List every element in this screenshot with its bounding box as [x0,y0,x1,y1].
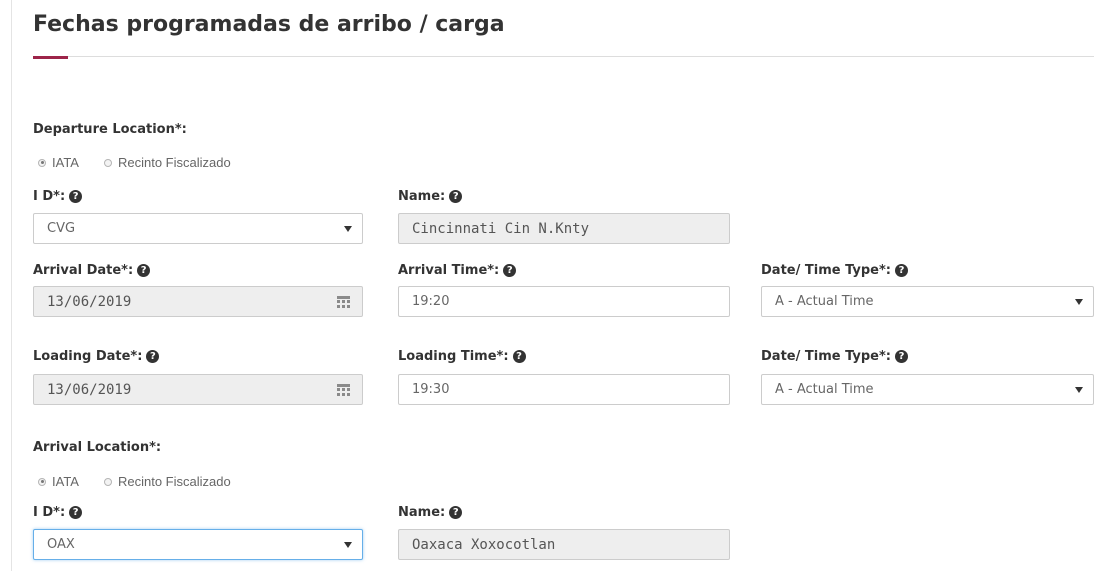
radio-unchecked-icon [103,477,112,486]
arrival-location-label: Arrival Location*: [33,440,162,455]
arrival-date-label: Arrival Date*: ? [33,263,151,278]
arrival-datetime-type-select[interactable]: A - Actual Time [761,286,1094,317]
radio-label: Recinto Fiscalizado [117,155,231,170]
loading-time-label: Loading Time*: ? [398,349,526,364]
select-value: A - Actual Time [775,294,874,309]
arrival-radio-iata[interactable]: IATA [38,474,79,489]
loading-time-input[interactable]: 19:30 [398,374,730,405]
radio-unchecked-icon [103,158,112,167]
calendar-icon[interactable] [337,296,350,308]
radio-label: Recinto Fiscalizado [117,474,231,489]
departure-name-label: Name: ? [398,189,463,204]
label-text: Loading Time*: [398,349,509,364]
question-circle-icon[interactable]: ? [895,264,908,277]
title-accent-bar [33,56,68,59]
select-value: A - Actual Time [775,382,874,397]
title-divider [33,56,1094,57]
arrival-date-field[interactable]: 13/06/2019 [33,286,363,317]
input-value: 19:30 [412,382,450,397]
radio-label: IATA [52,155,79,170]
field-value: Oaxaca Xoxocotlan [412,536,556,553]
question-circle-icon[interactable]: ? [895,350,908,363]
arrival-id-select[interactable]: OAX [33,529,363,560]
label-text: I D*: [33,505,66,520]
select-value: CVG [47,221,76,236]
field-value: 13/06/2019 [47,293,132,310]
arrival-datetime-type-label: Date/ Time Type*: ? [761,263,908,278]
field-value: 13/06/2019 [47,381,132,398]
label-text: Arrival Time*: [398,263,500,278]
question-circle-icon[interactable]: ? [449,506,463,519]
label-text: Date/ Time Type*: [761,263,891,278]
departure-radio-recinto[interactable]: Recinto Fiscalizado [103,155,231,170]
arrival-time-label: Arrival Time*: ? [398,263,517,278]
left-border [11,0,12,571]
question-circle-icon[interactable]: ? [503,264,517,277]
radio-checked-icon [38,477,46,486]
arrival-location-radio-group: IATA Recinto Fiscalizado [38,474,256,489]
arrival-radio-recinto[interactable]: Recinto Fiscalizado [103,474,231,489]
question-circle-icon[interactable]: ? [512,350,526,363]
select-value: OAX [47,537,75,552]
loading-date-label: Loading Date*: ? [33,349,160,364]
arrival-name-field: Oaxaca Xoxocotlan [398,529,730,560]
calendar-icon[interactable] [337,384,350,396]
question-circle-icon[interactable]: ? [449,190,463,203]
caret-down-icon [344,226,352,232]
label-text: Name: [398,505,446,520]
caret-down-icon [1075,299,1083,305]
question-circle-icon[interactable]: ? [146,350,160,363]
departure-location-label: Departure Location*: [33,122,187,137]
question-circle-icon[interactable]: ? [69,506,83,519]
arrival-id-label: I D*: ? [33,505,83,520]
loading-datetime-type-label: Date/ Time Type*: ? [761,349,908,364]
label-text: Name: [398,189,446,204]
input-value: 19:20 [412,294,450,309]
label-text: Date/ Time Type*: [761,349,891,364]
label-text: I D*: [33,189,66,204]
arrival-time-input[interactable]: 19:20 [398,286,730,317]
radio-checked-icon [38,158,46,167]
label-text: Loading Date*: [33,349,143,364]
loading-date-field[interactable]: 13/06/2019 [33,374,363,405]
departure-radio-iata[interactable]: IATA [38,155,79,170]
departure-id-select[interactable]: CVG [33,213,363,244]
field-value: Cincinnati Cin N.Knty [412,220,590,237]
caret-down-icon [344,542,352,548]
question-circle-icon[interactable]: ? [137,264,151,277]
question-circle-icon[interactable]: ? [69,190,83,203]
caret-down-icon [1075,387,1083,393]
radio-label: IATA [52,474,79,489]
departure-name-field: Cincinnati Cin N.Knty [398,213,730,244]
arrival-name-label: Name: ? [398,505,463,520]
departure-id-label: I D*: ? [33,189,83,204]
departure-location-radio-group: IATA Recinto Fiscalizado [38,155,256,170]
page-title: Fechas programadas de arribo / carga [33,12,505,37]
loading-datetime-type-select[interactable]: A - Actual Time [761,374,1094,405]
label-text: Arrival Date*: [33,263,134,278]
